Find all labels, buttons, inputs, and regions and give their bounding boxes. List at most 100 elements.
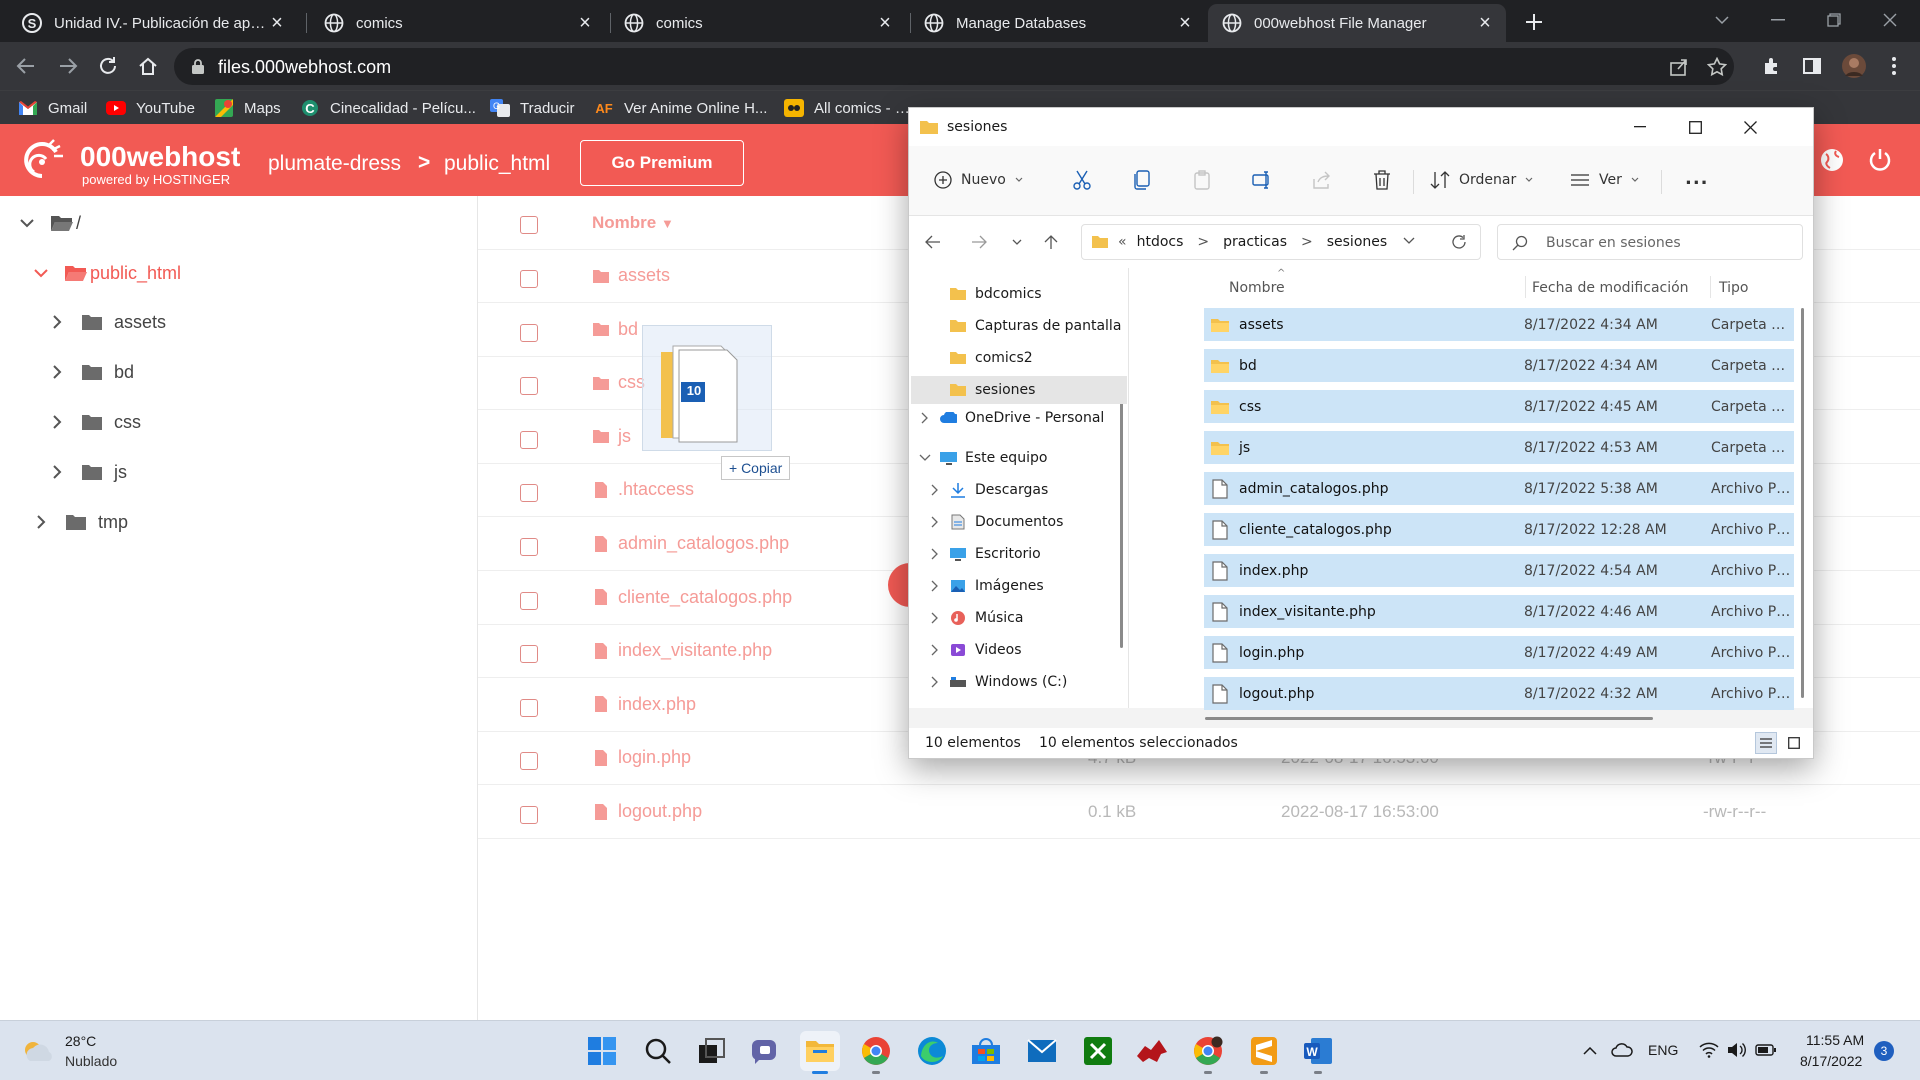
sort-button[interactable]: Ordenar bbox=[1429, 166, 1534, 194]
chevron-right-icon[interactable] bbox=[50, 465, 64, 479]
minimize-icon[interactable] bbox=[1750, 0, 1806, 40]
copy-icon[interactable] bbox=[1129, 166, 1155, 194]
bookmark-anime[interactable]: AF Ver Anime Online H... bbox=[594, 97, 767, 119]
paste-icon[interactable] bbox=[1189, 166, 1215, 194]
file-name-link[interactable]: css bbox=[592, 372, 645, 393]
list-item[interactable]: index_visitante.php 8/17/2022 4:46 AM Arch… bbox=[1204, 595, 1794, 628]
share-icon[interactable] bbox=[1668, 56, 1690, 78]
row-checkbox[interactable] bbox=[520, 752, 538, 771]
bookmark-youtube[interactable]: YouTube bbox=[106, 97, 195, 119]
nav-item-pc[interactable]: Escritorio bbox=[929, 540, 1041, 568]
breadcrumb-practicas[interactable]: practicas bbox=[1223, 234, 1287, 250]
file-name-link[interactable]: index_visitante.php bbox=[592, 640, 772, 661]
file-horizontal-scrollbar[interactable] bbox=[1205, 717, 1653, 720]
breadcrumb-folder[interactable]: public_html bbox=[444, 152, 550, 176]
file-name-link[interactable]: index.php bbox=[592, 694, 696, 715]
chevron-right-icon[interactable] bbox=[929, 644, 941, 656]
close-window-icon[interactable] bbox=[1862, 0, 1918, 40]
volume-icon[interactable] bbox=[1726, 1039, 1748, 1061]
close-tab-icon[interactable]: × bbox=[266, 12, 288, 34]
chevron-right-icon[interactable] bbox=[919, 412, 931, 424]
bookmark-all-comics[interactable]: All comics - Read Al... bbox=[784, 97, 914, 119]
tree-item-public-html[interactable]: public_html bbox=[34, 258, 181, 288]
bookmark-gmail[interactable]: Gmail bbox=[18, 97, 87, 119]
file-name-link[interactable]: logout.php bbox=[592, 801, 702, 822]
search-icon[interactable] bbox=[638, 1031, 678, 1071]
tree-item-bd[interactable]: bd bbox=[50, 357, 134, 387]
bookmark-cinecalidad[interactable]: C Cinecalidad - Pelícu... bbox=[300, 97, 476, 119]
reload-icon[interactable] bbox=[94, 52, 122, 80]
tree-root[interactable]: / bbox=[20, 208, 81, 238]
chevron-right-icon[interactable] bbox=[929, 612, 941, 624]
clock-time[interactable]: 11:55 AM bbox=[1806, 1032, 1864, 1048]
row-checkbox[interactable] bbox=[520, 270, 538, 288]
nav-item-pc[interactable]: Videos bbox=[929, 636, 1022, 664]
list-item[interactable]: login.php 8/17/2022 4:49 AM Archivo PHP bbox=[1204, 636, 1794, 669]
chevron-right-icon[interactable] bbox=[929, 516, 941, 528]
address-dropdown-icon[interactable] bbox=[1402, 237, 1416, 245]
breadcrumb-overflow[interactable]: « bbox=[1118, 234, 1127, 250]
delete-icon[interactable] bbox=[1369, 166, 1395, 194]
row-checkbox[interactable] bbox=[520, 538, 538, 556]
minimize-icon[interactable] bbox=[1629, 116, 1651, 138]
close-icon[interactable] bbox=[1739, 116, 1761, 138]
input-language[interactable]: ENG bbox=[1648, 1042, 1678, 1058]
list-item[interactable]: js 8/17/2022 4:53 AM Carpeta de archivos bbox=[1204, 431, 1794, 464]
start-windows-icon[interactable] bbox=[582, 1031, 622, 1071]
nav-item-this-pc[interactable]: Este equipo bbox=[919, 444, 1047, 472]
list-item[interactable]: css 8/17/2022 4:45 AM Carpeta de archivos bbox=[1204, 390, 1794, 423]
edge-icon[interactable] bbox=[912, 1031, 952, 1071]
tab-file-manager[interactable]: 000webhost File Manager × bbox=[1208, 4, 1506, 42]
tree-item-css[interactable]: css bbox=[50, 407, 141, 437]
nav-scrollbar[interactable] bbox=[1120, 398, 1123, 648]
tab-comics-1[interactable]: comics × bbox=[310, 4, 606, 42]
chevron-right-icon[interactable] bbox=[50, 415, 64, 429]
wifi-icon[interactable] bbox=[1698, 1039, 1720, 1061]
tree-item-js[interactable]: js bbox=[50, 457, 127, 487]
breadcrumb-htdocs[interactable]: htdocs bbox=[1137, 234, 1184, 250]
forward-icon[interactable] bbox=[54, 52, 82, 80]
list-item[interactable]: index.php 8/17/2022 4:54 AM Archivo PHP bbox=[1204, 554, 1794, 587]
list-item[interactable]: cliente_catalogos.php 8/17/2022 12:28 AM A… bbox=[1204, 513, 1794, 546]
tray-chevron-up-icon[interactable] bbox=[1580, 1041, 1600, 1061]
power-icon[interactable] bbox=[1866, 146, 1894, 174]
close-tab-icon[interactable]: × bbox=[1174, 12, 1196, 34]
more-options-button[interactable]: ... bbox=[1685, 164, 1709, 192]
file-name-link[interactable]: assets bbox=[592, 265, 670, 286]
nav-item-quick[interactable]: sesiones bbox=[911, 376, 1127, 404]
row-checkbox[interactable] bbox=[520, 698, 538, 717]
nav-item-onedrive[interactable]: OneDrive - Personal bbox=[919, 404, 1104, 432]
chevron-right-icon[interactable] bbox=[34, 515, 48, 529]
forward-arrow-icon[interactable] bbox=[967, 230, 991, 254]
select-all-checkbox[interactable] bbox=[520, 216, 538, 234]
battery-icon[interactable] bbox=[1754, 1039, 1778, 1061]
file-name-link[interactable]: cliente_catalogos.php bbox=[592, 587, 792, 608]
tab-manage-databases[interactable]: Manage Databases × bbox=[910, 4, 1206, 42]
maximize-icon[interactable] bbox=[1684, 116, 1706, 138]
row-checkbox[interactable] bbox=[520, 591, 538, 610]
row-checkbox[interactable] bbox=[520, 645, 538, 664]
column-header-name[interactable]: Nombre ▼ bbox=[592, 213, 674, 233]
new-button[interactable]: Nuevo bbox=[933, 166, 1024, 194]
word-icon[interactable]: W bbox=[1298, 1031, 1338, 1074]
side-panel-icon[interactable] bbox=[1798, 52, 1826, 80]
chevron-right-icon[interactable] bbox=[929, 676, 941, 688]
home-icon[interactable] bbox=[134, 52, 162, 80]
view-button[interactable]: Ver bbox=[1569, 166, 1640, 194]
list-item[interactable]: admin_catalogos.php 8/17/2022 5:38 AM Arch… bbox=[1204, 472, 1794, 505]
column-type[interactable]: Tipo bbox=[1719, 280, 1748, 296]
row-checkbox[interactable] bbox=[520, 484, 538, 503]
restore-icon[interactable] bbox=[1806, 0, 1862, 40]
chevron-down-icon[interactable] bbox=[919, 452, 931, 464]
bookmark-star-icon[interactable] bbox=[1706, 56, 1728, 78]
chevron-right-icon[interactable] bbox=[929, 580, 941, 592]
table-row[interactable]: logout.php 0.1 kB 2022-08-17 16:53:00 -rw-r… bbox=[478, 786, 1920, 839]
chevron-right-icon[interactable] bbox=[50, 315, 64, 329]
list-item[interactable]: assets 8/17/2022 4:34 AM Carpeta de archiv… bbox=[1204, 308, 1794, 341]
chrome-profile-icon[interactable] bbox=[1188, 1031, 1228, 1074]
language-globe-icon[interactable] bbox=[1818, 146, 1846, 174]
recent-chevron-icon[interactable] bbox=[1005, 230, 1029, 254]
cut-icon[interactable] bbox=[1069, 166, 1095, 194]
weather-cloud-icon[interactable] bbox=[20, 1035, 56, 1065]
breadcrumb-site[interactable]: plumate-dress bbox=[268, 152, 401, 176]
